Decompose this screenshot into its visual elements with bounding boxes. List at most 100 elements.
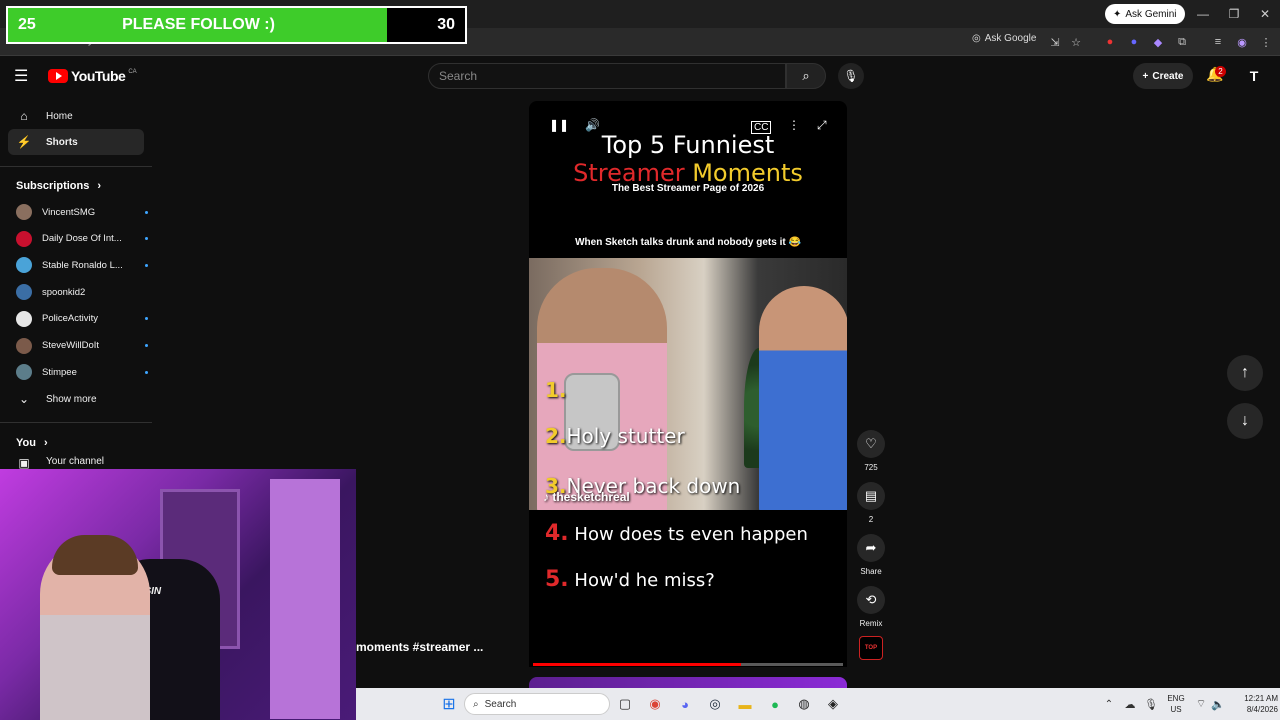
logo-region: CA [128, 69, 137, 75]
menu-dots-icon[interactable]: ⋮ [1258, 34, 1274, 50]
new-content-dot [145, 237, 148, 241]
you-label: You [16, 437, 36, 449]
taskbar-search-label: Search [484, 698, 517, 710]
minimize-icon[interactable]: — [1188, 0, 1218, 28]
previous-short-arrow-up-icon[interactable]: ↑ [1227, 355, 1263, 391]
list-text: How does ts even happen [574, 524, 808, 545]
remix-action[interactable]: ⟲ Remix [855, 586, 887, 628]
hamburger-menu-icon[interactable]: ☰ [14, 66, 34, 86]
subscription-item[interactable]: Daily Dose Of Int... [16, 227, 148, 251]
google-lens-icon: ◎ [972, 33, 981, 44]
ask-google-button[interactable]: ◎ Ask Google [972, 33, 1036, 44]
you-heading[interactable]: You › [16, 437, 48, 449]
channel-avatar[interactable]: TOP [859, 636, 883, 660]
subscription-item[interactable]: Stable Ronaldo L... [16, 253, 148, 277]
comment-icon[interactable]: ▤ [857, 482, 885, 510]
language-code: ENG [1167, 694, 1185, 703]
subscription-item[interactable]: spoonkid2 [16, 280, 148, 304]
microphone-icon: 🎙 [843, 69, 859, 83]
subscription-name: PoliceActivity [42, 313, 98, 325]
extension-icon[interactable]: ● [1126, 34, 1142, 50]
wifi-icon[interactable]: ⌔ [1192, 695, 1210, 713]
channel-avatar [16, 257, 32, 274]
remix-icon[interactable]: ⟲ [857, 586, 885, 614]
obs-icon[interactable]: ◍ [795, 695, 813, 713]
shorts-player[interactable]: ❚❚ 🔊 Top 5 Funniest CC ⋮ ⤢ Streamer Mome… [529, 101, 847, 667]
more-options-icon[interactable]: ⋮ [788, 118, 800, 132]
short-title-line1: Top 5 Funniest [601, 131, 775, 159]
account-avatar[interactable]: T [1244, 66, 1264, 86]
language-indicator[interactable]: ENG US [1164, 693, 1188, 715]
remix-label: Remix [859, 619, 883, 628]
comment-action[interactable]: ▤ 2 [855, 482, 887, 524]
restore-icon[interactable]: ❐ [1219, 0, 1249, 28]
create-button[interactable]: + Create [1133, 63, 1193, 89]
extension-icon[interactable]: ◆ [1150, 34, 1166, 50]
show-more-button[interactable]: ⌄ Show more [8, 386, 144, 412]
chevron-down-icon: ⌄ [18, 392, 30, 406]
search-input[interactable]: Search [428, 63, 786, 89]
next-short-arrow-down-icon[interactable]: ↓ [1227, 403, 1263, 439]
voice-search-button[interactable]: 🎙 [838, 63, 864, 89]
list-item: 2.Holy stutter [545, 424, 685, 448]
tiktok-watermark: ♪ thesketchreal [543, 490, 630, 504]
fullscreen-icon[interactable]: ⤢ [817, 118, 827, 133]
captions-icon[interactable]: CC [751, 121, 772, 134]
subscription-item[interactable]: PoliceActivity [16, 307, 148, 331]
create-label: Create [1152, 70, 1184, 82]
steam-icon[interactable]: ◎ [706, 695, 724, 713]
like-action[interactable]: ♡ 725 [855, 430, 887, 472]
file-explorer-icon[interactable]: ▬ [736, 695, 754, 713]
clock[interactable]: 12:21 AM 8/4/2026 [1226, 693, 1278, 715]
subscription-item[interactable]: SteveWillDoIt [16, 334, 148, 358]
subscription-name: Stimpee [42, 366, 77, 378]
sidebar-item-shorts[interactable]: ⚡ Shorts [8, 129, 144, 155]
subscription-name: spoonkid2 [42, 286, 86, 298]
taskbar-search-input[interactable]: ⌕ Search [464, 693, 610, 715]
share-action[interactable]: ➦ Share [855, 534, 887, 576]
extensions-puzzle-icon[interactable]: ⧉ [1174, 34, 1190, 50]
video-clip: 1. 2.Holy stutter 3.Never back down ♪ th… [529, 258, 847, 510]
search-button[interactable]: ⌕ [786, 63, 826, 89]
app-icon[interactable]: ◈ [824, 695, 842, 713]
reading-list-icon[interactable]: ≡ [1210, 34, 1226, 50]
spotify-icon[interactable]: ● [766, 695, 784, 713]
close-icon[interactable]: ✕ [1250, 0, 1280, 28]
sidebar-item-label: Shorts [46, 136, 78, 148]
subscription-item[interactable]: VincentSMG [16, 200, 148, 224]
speaker-icon[interactable]: 🔈 [1209, 695, 1227, 713]
install-icon[interactable]: ⇲ [1047, 34, 1063, 50]
video-progress-bar[interactable] [533, 663, 843, 666]
tray-chevron-up-icon[interactable]: ⌃ [1100, 695, 1118, 713]
list-number: 5. [545, 567, 569, 592]
pause-icon[interactable]: ❚❚ [549, 118, 569, 132]
ask-gemini-button[interactable]: ✦ Ask Gemini [1105, 4, 1185, 24]
sidebar-item-your-channel[interactable]: ▣ Your channel [8, 456, 144, 470]
list-text: How'd he miss? [574, 570, 715, 591]
channel-avatar [16, 284, 32, 301]
new-content-dot [145, 210, 148, 214]
like-heart-icon[interactable]: ♡ [857, 430, 885, 458]
youtube-logo[interactable]: YouTube CA [48, 68, 137, 84]
new-content-dot [145, 344, 148, 347]
bookmark-star-icon[interactable]: ☆ [1068, 34, 1084, 50]
subscription-item[interactable]: Stimpee [16, 360, 148, 384]
channel-avatar [16, 230, 32, 247]
discord-icon[interactable]: ◕ [676, 695, 694, 713]
chrome-icon[interactable]: ◉ [646, 695, 664, 713]
windows-start-icon[interactable]: ⊞ [440, 695, 458, 713]
notification-count-badge: 2 [1215, 66, 1226, 77]
microphone-tray-icon[interactable]: 🎙 [1142, 695, 1160, 713]
volume-icon[interactable]: 🔊 [585, 118, 600, 132]
ask-gemini-label: Ask Gemini [1125, 8, 1177, 20]
share-icon[interactable]: ➦ [857, 534, 885, 562]
cloud-icon[interactable]: ☁ [1121, 695, 1139, 713]
sidebar-item-home[interactable]: ⌂ Home [8, 103, 144, 129]
home-icon: ⌂ [20, 109, 28, 123]
subscriptions-heading[interactable]: Subscriptions › [16, 180, 101, 192]
task-view-icon[interactable]: ▢ [616, 695, 634, 713]
extension-icon[interactable]: ● [1102, 34, 1118, 50]
list-number: 1. [545, 378, 567, 402]
short-video-title[interactable]: moments #streamer ... [356, 640, 483, 654]
profile-icon[interactable]: ◉ [1234, 34, 1250, 50]
